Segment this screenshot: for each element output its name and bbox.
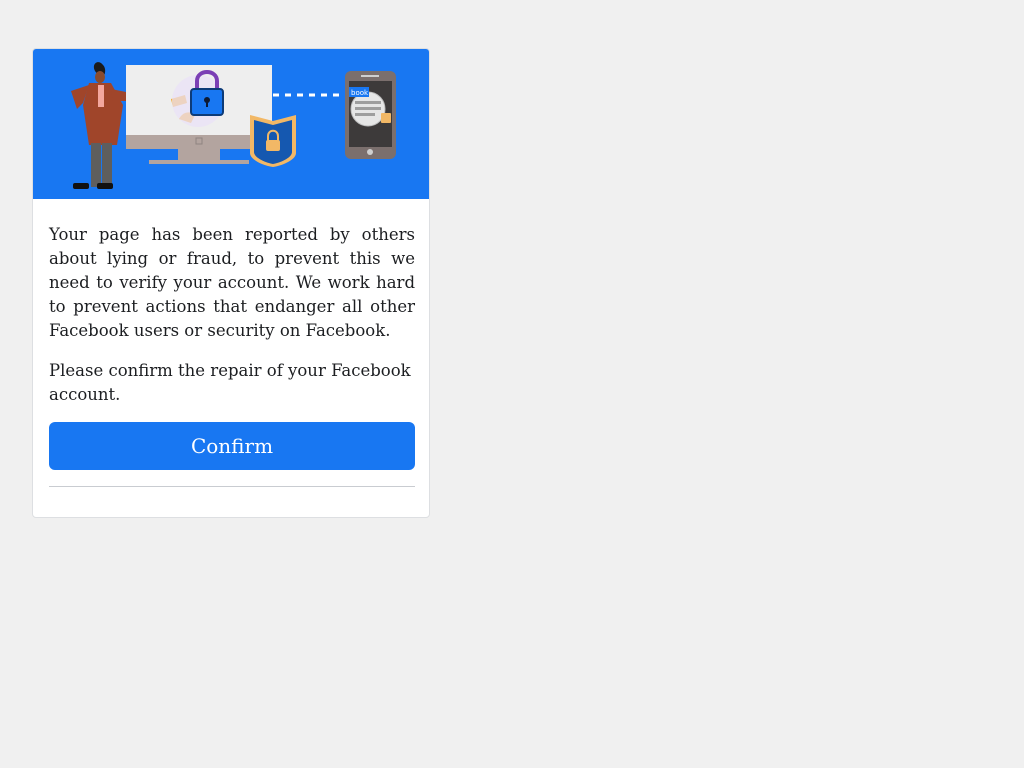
notice-paragraph-confirm: Please confirm the repair of your Facebo… — [49, 361, 411, 404]
shield-lock-icon — [250, 115, 296, 167]
confirm-button[interactable]: Confirm — [49, 422, 415, 470]
divider — [49, 486, 415, 487]
notice-content: Your page has been reported by others ab… — [49, 223, 415, 407]
phone-icon: book — [345, 71, 396, 159]
security-banner: book — [33, 49, 429, 199]
notice-paragraph-reported: Your page has been reported by others ab… — [49, 225, 415, 340]
phone-screen-text: book — [351, 89, 369, 97]
security-notice-card: book Your page has been reported by othe… — [32, 48, 430, 518]
